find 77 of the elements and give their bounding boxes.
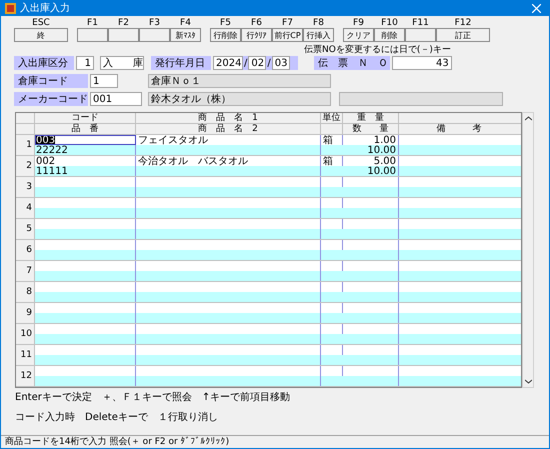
hint-text: 伝票NOを変更するには日で(－)キー (304, 45, 451, 55)
table-cell: 10.00 (321, 145, 399, 155)
key-label: F10 (381, 18, 398, 28)
function-button[interactable]: 前行CP (272, 28, 303, 42)
key-label: F11 (412, 18, 429, 28)
field-label: 伝 票 Ｎ Ｏ (314, 56, 390, 70)
row-number: 5 (26, 224, 32, 234)
field-label: 入出庫区分 (14, 56, 74, 70)
key-label: F9 (353, 18, 364, 28)
scroll-up-icon[interactable] (524, 116, 532, 121)
table-cell: 11111 (35, 166, 136, 176)
input-field[interactable]: 1 (90, 74, 118, 88)
column-header: 重 量 (357, 112, 384, 124)
table-cell: 22222 (35, 145, 136, 155)
function-button[interactable]: 訂正 (436, 28, 490, 42)
row-number: 7 (26, 266, 32, 276)
row-number: 3 (26, 182, 32, 192)
readonly-field: 倉庫Ｎｏ１ (148, 74, 331, 88)
column-header: 単位 (322, 112, 340, 124)
row-number: 9 (26, 308, 32, 318)
field-label: 発行年月日 (151, 56, 211, 70)
scrollbar[interactable] (522, 112, 534, 388)
input-field[interactable]: 1 (76, 56, 94, 70)
window-title: 入出庫入力 (20, 3, 70, 14)
column-header: 商 品 名 1 (198, 112, 258, 124)
function-button[interactable] (108, 28, 139, 42)
function-button[interactable] (405, 28, 436, 42)
readonly-field: 鈴木タオル（株） (148, 92, 331, 106)
function-button[interactable]: 行削除 (210, 28, 241, 42)
date-separator: / (266, 58, 272, 68)
key-label: F6 (251, 18, 262, 28)
close-icon[interactable] (532, 4, 541, 13)
row-number: 2 (26, 160, 32, 172)
key-label: F12 (454, 18, 472, 28)
row-number: 4 (26, 202, 32, 214)
column-header: コード (72, 112, 98, 124)
function-button[interactable]: 削除 (374, 28, 405, 42)
key-label: F7 (282, 18, 293, 28)
key-label: F4 (180, 18, 191, 28)
row-number: 11 (20, 350, 32, 360)
scroll-down-icon[interactable] (524, 379, 532, 384)
function-button[interactable]: 行ｸﾘｱ (241, 28, 272, 42)
table-cell: 10.00 (321, 166, 399, 176)
key-label: F8 (313, 18, 324, 28)
key-label: F5 (220, 18, 231, 28)
row-number: 8 (26, 286, 32, 298)
field-label: 倉庫コード (14, 74, 88, 88)
row-number: 6 (26, 244, 32, 256)
function-button[interactable] (77, 28, 108, 42)
key-label: F2 (118, 18, 129, 28)
input-field[interactable]: 001 (90, 92, 142, 106)
function-button[interactable]: 新ﾏｽﾀ (170, 28, 201, 42)
key-label: F3 (149, 18, 160, 28)
row-number: 12 (20, 370, 32, 382)
status-bar: 商品コードを14桁で入力 照会(＋ or F2 or ﾀﾞﾌﾞﾙｸﾘｯｸ) (1, 435, 549, 448)
key-label: ESC (32, 18, 50, 28)
function-button[interactable] (139, 28, 170, 42)
app-icon (5, 3, 16, 14)
row-number: 1 (26, 140, 32, 150)
help-text: コード入力時 Deleteキーで １行取り消し (15, 412, 219, 423)
input-field[interactable]: 03 (272, 56, 290, 70)
key-label: F1 (87, 18, 98, 28)
column-header: 備 考 (436, 124, 482, 134)
column-header: 商 品 名 2 (198, 124, 258, 134)
row-number: 10 (20, 328, 32, 340)
column-header: 品 番 (72, 124, 98, 134)
function-button[interactable]: クリア (343, 28, 374, 42)
input-field[interactable]: 02 (248, 56, 266, 70)
input-field[interactable]: 43 (392, 56, 452, 70)
date-separator: / (243, 58, 248, 68)
input-field[interactable]: 入 庫 (100, 56, 144, 70)
input-field[interactable]: 2024 (213, 56, 243, 70)
function-button[interactable]: 行挿入 (303, 28, 334, 42)
help-text: Enterキーで決定 ＋、Ｆ１キーで照会 ↑キーで前項目移動 (15, 392, 292, 403)
field-label: メーカーコード (14, 92, 88, 106)
column-header: 数 量 (352, 124, 388, 134)
function-button[interactable]: 終 (14, 28, 68, 42)
